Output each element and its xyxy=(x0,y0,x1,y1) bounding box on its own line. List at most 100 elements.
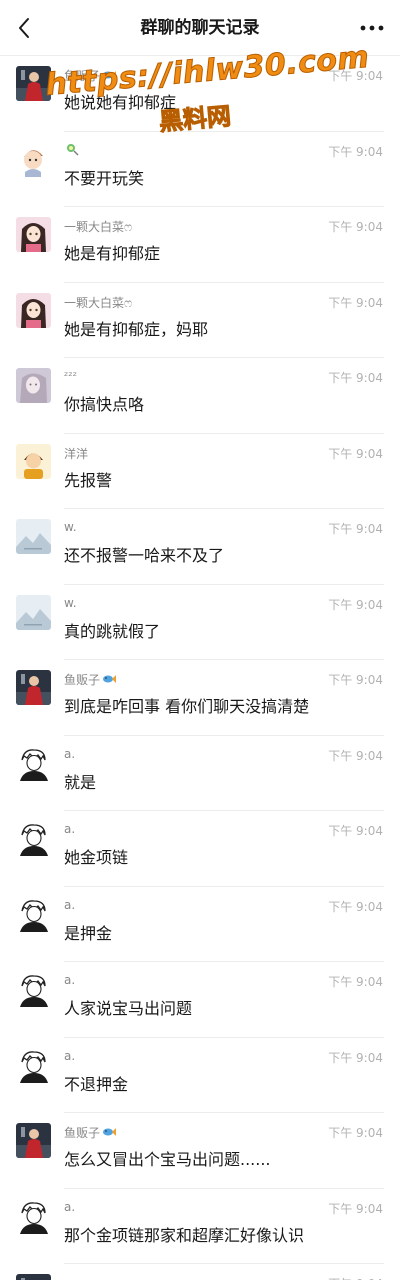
message-text: 不要开玩笑 xyxy=(64,168,145,188)
sender-name-text: a. xyxy=(64,1199,76,1214)
message-time: 下午 9:04 xyxy=(328,1275,383,1280)
message-text: 真的跳就假了 xyxy=(64,621,161,641)
sender-name-text: a. xyxy=(64,1048,76,1063)
avatar[interactable] xyxy=(16,745,51,781)
message-time: 下午 9:04 xyxy=(328,748,383,763)
message-text: 人家说宝马出问题 xyxy=(64,999,193,1018)
message-text: 你搞快点咯 xyxy=(64,395,145,414)
message-time: 下午 9:04 xyxy=(328,522,383,536)
chat-message[interactable]: a. 下午 9:04 就是 xyxy=(0,736,400,811)
message-text: 那个金项链那家和超摩汇好像认识 xyxy=(64,1225,305,1245)
message-time: 下午 9:04 xyxy=(328,1201,383,1216)
sender-name-text: a. xyxy=(64,973,76,987)
chat-message[interactable]: a. 下午 9:04 人家说宝马出问题 xyxy=(0,962,400,1038)
chat-message[interactable]: 鱼贩子 下午 9:04 她说她有抑郁症 xyxy=(0,56,400,132)
sender-name: 鱼贩子 xyxy=(64,1124,117,1141)
message-text: 她是有抑郁症 xyxy=(64,244,161,263)
chat-record-screen: 群聊的聊天记录 鱼贩子 下午 9:04 她说她有抑郁症 下午 9:04 不要开玩笑 一颗大… xyxy=(0,0,400,1280)
avatar[interactable] xyxy=(16,670,51,705)
avatar[interactable] xyxy=(16,896,51,932)
chat-message[interactable]: 下午 9:04 xyxy=(0,1264,400,1280)
back-button[interactable] xyxy=(6,10,42,46)
message-text: 到底是咋回事 看你们聊天没搞清楚 xyxy=(64,697,310,716)
sender-name: w. xyxy=(64,520,77,534)
fish-emoji-icon xyxy=(102,69,117,84)
sender-name: a. xyxy=(64,1200,75,1214)
sender-name: a. xyxy=(64,1049,75,1063)
sender-name-text: w. xyxy=(64,520,77,534)
message-time: 下午 9:04 xyxy=(328,824,383,838)
message-text: 是押金 xyxy=(64,923,113,943)
sender-name-text: w. xyxy=(64,595,77,610)
chat-message[interactable]: a. 下午 9:04 是押金 xyxy=(0,887,400,962)
message-time: 下午 9:04 xyxy=(328,371,383,385)
chat-message[interactable]: 下午 9:04 不要开玩笑 xyxy=(0,132,400,207)
chevron-left-icon xyxy=(19,18,29,38)
sender-name: 洋洋 xyxy=(64,445,88,462)
sender-name xyxy=(64,143,79,159)
sender-name-text: 鱼贩子 xyxy=(64,1126,101,1140)
avatar[interactable] xyxy=(16,972,51,1007)
avatar[interactable] xyxy=(16,594,51,630)
avatar[interactable] xyxy=(16,66,51,101)
avatar[interactable] xyxy=(16,368,51,403)
sender-name: 鱼贩子 xyxy=(64,67,117,84)
message-text: 她说她有抑郁症 xyxy=(64,93,177,112)
fish-emoji-icon xyxy=(102,1126,117,1141)
sender-name-text: 鱼贩子 xyxy=(64,69,101,83)
sender-name-text: a. xyxy=(64,746,76,761)
sender-name-text: ᶻᶻᶻ xyxy=(64,369,78,383)
sender-name: 一颗大白菜ෆ xyxy=(64,294,132,311)
chat-message[interactable]: 一颗大白菜ෆ 下午 9:04 她是有抑郁症 xyxy=(0,207,400,283)
chat-message[interactable]: 鱼贩子 下午 9:04 到底是咋回事 看你们聊天没搞清楚 xyxy=(0,660,400,736)
message-time: 下午 9:04 xyxy=(328,899,383,914)
avatar[interactable] xyxy=(16,1198,51,1234)
message-time: 下午 9:04 xyxy=(328,69,383,83)
chat-message[interactable]: a. 下午 9:04 她金项链 xyxy=(0,811,400,887)
avatar[interactable] xyxy=(16,141,51,177)
avatar[interactable] xyxy=(16,292,51,328)
sender-name: w. xyxy=(64,596,77,610)
more-button[interactable] xyxy=(354,10,390,46)
chat-message[interactable]: ᶻᶻᶻ 下午 9:04 你搞快点咯 xyxy=(0,358,400,434)
message-time: 下午 9:04 xyxy=(328,1126,383,1140)
chat-message[interactable]: w. 下午 9:04 真的跳就假了 xyxy=(0,585,400,660)
chat-message[interactable]: 一颗大白菜ෆ 下午 9:04 她是有抑郁症，妈耶 xyxy=(0,283,400,358)
avatar[interactable] xyxy=(16,443,51,479)
avatar[interactable] xyxy=(16,217,51,252)
message-time: 下午 9:04 xyxy=(328,144,383,159)
avatar[interactable] xyxy=(16,1047,51,1083)
avatar[interactable] xyxy=(16,821,51,856)
sender-name-text: 一颗大白菜ෆ xyxy=(64,220,133,234)
message-text: 先报警 xyxy=(64,470,113,490)
sender-name: a. xyxy=(64,973,75,987)
sender-name: a. xyxy=(64,898,75,912)
avatar[interactable] xyxy=(16,519,51,554)
message-time: 下午 9:04 xyxy=(328,295,383,310)
message-text: 还不报警一哈来不及了 xyxy=(64,546,225,565)
sender-name: 一颗大白菜ෆ xyxy=(64,218,132,235)
chat-message[interactable]: a. 下午 9:04 那个金项链那家和超摩汇好像认识 xyxy=(0,1189,400,1264)
message-time: 下午 9:04 xyxy=(328,975,383,989)
message-text: 她是有抑郁症，妈耶 xyxy=(64,319,209,339)
message-time: 下午 9:04 xyxy=(328,220,383,234)
avatar[interactable] xyxy=(16,1274,51,1280)
message-time: 下午 9:04 xyxy=(328,597,383,612)
lollipop-emoji-icon xyxy=(66,143,79,159)
message-text: 怎么又冒出个宝马出问题...... xyxy=(64,1150,271,1169)
navigation-bar: 群聊的聊天记录 xyxy=(0,0,400,56)
sender-name: 鱼贩子 xyxy=(64,671,117,688)
sender-name: ᶻᶻᶻ xyxy=(64,369,77,383)
message-text: 不退押金 xyxy=(64,1074,129,1094)
chat-message[interactable]: 鱼贩子 下午 9:04 怎么又冒出个宝马出问题...... xyxy=(0,1113,400,1189)
avatar[interactable] xyxy=(16,1123,51,1158)
page-title: 群聊的聊天记录 xyxy=(140,18,260,38)
sender-name-text: a. xyxy=(64,822,76,836)
message-text: 就是 xyxy=(64,772,97,792)
fish-emoji-icon xyxy=(102,673,117,688)
message-time: 下午 9:04 xyxy=(328,1050,383,1065)
chat-message[interactable]: a. 下午 9:04 不退押金 xyxy=(0,1038,400,1113)
chat-message[interactable]: w. 下午 9:04 还不报警一哈来不及了 xyxy=(0,509,400,585)
sender-name-text: 一颗大白菜ෆ xyxy=(64,295,133,310)
chat-message[interactable]: 洋洋 下午 9:04 先报警 xyxy=(0,434,400,509)
